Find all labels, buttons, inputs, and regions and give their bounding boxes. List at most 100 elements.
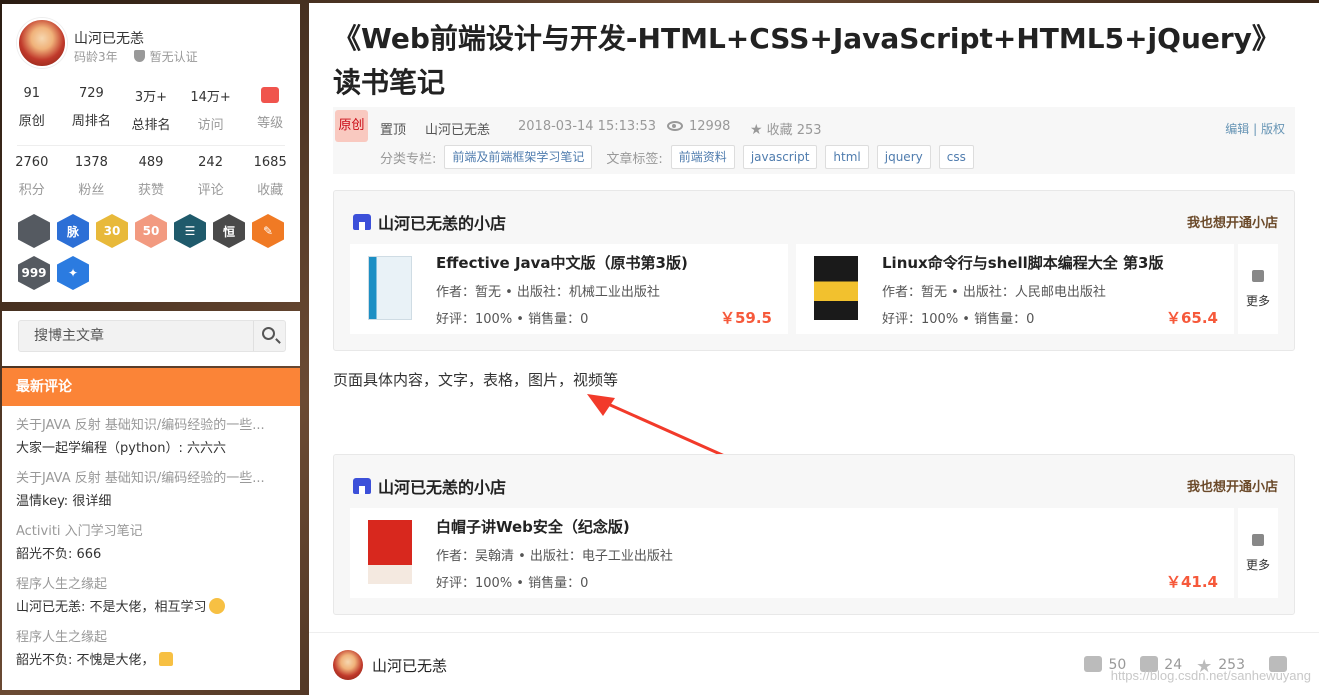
copyright-link[interactable]: 版权: [1261, 122, 1285, 136]
publish-date: 2018-03-14 15:13:53: [518, 119, 657, 134]
badge-list: 脉 30 50 ☰ 恒 ✎ 999 ✦: [18, 214, 298, 290]
product-card[interactable]: 白帽子讲Web安全（纪念版) 作者：吴翰清 • 出版社：电子工业出版社 好评：1…: [350, 508, 1234, 598]
article-tag[interactable]: html: [825, 145, 869, 169]
smile-emoji-icon: [208, 598, 225, 614]
stat-label: 获赞: [137, 183, 164, 198]
shopping-bag-icon: [1252, 270, 1264, 282]
article-tag[interactable]: css: [938, 145, 974, 169]
comment-item: 关于JAVA 反射 基础知识/编码经验的一些... 温情key: 很详细: [16, 469, 286, 512]
comment-text[interactable]: 温情key: 很详细: [16, 492, 286, 512]
stat-total-rank[interactable]: 3万+ 总排名: [121, 86, 181, 133]
comment-article-link[interactable]: 程序人生之缘起: [16, 628, 286, 648]
column-tag[interactable]: 前端及前端框架学习笔记: [444, 145, 593, 169]
comment-text-body: 韶光不负: 不愧是大佬，: [16, 653, 155, 668]
stat-weekly-rank[interactable]: 729 周排名: [62, 86, 122, 133]
shopping-bag-icon: [1252, 534, 1264, 546]
pen-badge[interactable]: ✎: [252, 214, 284, 248]
stat-value: 242: [198, 155, 223, 170]
product-name: Linux命令行与shell脚本编程大全 第3版: [882, 254, 1164, 272]
original-tag: 原创: [335, 110, 368, 142]
stat-label: 总排名: [131, 118, 171, 133]
github-badge[interactable]: [18, 214, 50, 248]
product-rating: 好评：100% • 销售量：0: [436, 312, 589, 327]
comment-text[interactable]: 大家一起学编程（python）: 六六六: [16, 439, 286, 459]
cert-status: 暂无认证: [133, 48, 198, 65]
comment-text[interactable]: 山河已无恙: 不是大佬，相互学习: [16, 598, 286, 618]
more-products-button[interactable]: 更多: [1238, 244, 1278, 334]
product-card[interactable]: Linux命令行与shell脚本编程大全 第3版 作者：暂无 • 出版社：人民邮…: [796, 244, 1234, 334]
stat-visits[interactable]: 14万+ 访问: [181, 86, 241, 133]
thumbs-up-icon: [1084, 656, 1103, 672]
comment-item: 关于JAVA 反射 基础知识/编码经验的一些... 大家一起学编程（python）…: [16, 416, 286, 459]
product-price: ￥65.4: [1165, 309, 1218, 327]
999-badge[interactable]: 999: [18, 256, 50, 290]
30-badge[interactable]: 30: [96, 214, 128, 248]
column-label: 分类专栏:: [380, 151, 437, 167]
stat-label: 收藏: [257, 183, 284, 198]
shop-name: 山河已无恙的小店: [378, 214, 507, 233]
store-icon: [353, 478, 371, 494]
avatar[interactable]: [17, 18, 67, 68]
comment-article-link[interactable]: 关于JAVA 反射 基础知识/编码经验的一些...: [16, 469, 286, 489]
search-button[interactable]: [253, 321, 285, 351]
product-meta: 作者：暂无 • 出版社：人民邮电出版社: [882, 285, 1106, 300]
qi-badge[interactable]: 恒: [213, 214, 245, 248]
comment-text[interactable]: 韶光不负: 666: [16, 545, 286, 565]
article-tag[interactable]: jquery: [876, 145, 931, 169]
stat-original[interactable]: 91 原创: [2, 86, 62, 133]
book-cover-image: [368, 520, 412, 584]
shop-title[interactable]: 山河已无恙的小店: [353, 210, 506, 234]
stat-label: 等级: [257, 116, 284, 131]
star-icon: ★: [750, 122, 763, 138]
edit-link[interactable]: 编辑: [1225, 122, 1249, 136]
divider: [17, 145, 285, 146]
footer-avatar[interactable]: [333, 650, 363, 680]
product-price: ￥41.4: [1165, 573, 1218, 591]
article-content: 页面具体内容，文字，表格，图片，视频等: [333, 371, 619, 389]
comment-text[interactable]: 韶光不负: 不愧是大佬，: [16, 651, 286, 671]
stat-likes[interactable]: 489 获赞: [121, 155, 181, 198]
stat-level[interactable]: 等级: [240, 86, 300, 133]
comment-item: Activiti 入门学习笔记 韶光不负: 666: [16, 522, 286, 565]
open-shop-link[interactable]: 我也想开通小店: [1187, 212, 1278, 231]
search-input[interactable]: 搜博主文章: [18, 320, 286, 352]
stat-points[interactable]: 2760 积分: [2, 155, 62, 198]
50-badge[interactable]: 50: [135, 214, 167, 248]
stat-label: 评论: [197, 183, 224, 198]
comment-article-link[interactable]: Activiti 入门学习笔记: [16, 522, 286, 542]
article-tag[interactable]: javascript: [742, 145, 818, 169]
stat-fans[interactable]: 1378 粉丝: [62, 155, 122, 198]
comment-text-body: 山河已无恙: 不是大佬，相互学习: [16, 600, 207, 615]
stat-comments[interactable]: 242 评论: [181, 155, 241, 198]
list-badge[interactable]: ☰: [174, 214, 206, 248]
author-link[interactable]: 山河已无恙: [425, 119, 490, 138]
stats-row-2: 2760 积分 1378 粉丝 489 获赞 242 评论 1685 收藏: [2, 155, 300, 198]
mai-badge[interactable]: 脉: [57, 214, 89, 248]
stat-label: 周排名: [71, 114, 111, 129]
shop-title[interactable]: 山河已无恙的小店: [353, 474, 506, 498]
username[interactable]: 山河已无恙: [74, 28, 144, 48]
pinned-label: 置顶: [380, 123, 407, 138]
product-card[interactable]: Effective Java中文版（原书第3版) 作者：暂无 • 出版社：机械工…: [350, 244, 788, 334]
article-footer-toolbar: 山河已无恙 50 24 ★ 253: [309, 632, 1319, 695]
views-value: 12998: [689, 119, 731, 134]
blue-badge[interactable]: ✦: [57, 256, 89, 290]
product-meta: 作者：吴翰清 • 出版社：电子工业出版社: [436, 549, 673, 564]
stat-favorites[interactable]: 1685 收藏: [240, 155, 300, 198]
eye-icon: [667, 121, 683, 131]
stat-value: 3万+: [134, 90, 168, 105]
favorite-button[interactable]: ★ 收藏 253: [750, 119, 822, 138]
latest-comments: 最新评论 关于JAVA 反射 基础知识/编码经验的一些... 大家一起学编程（py…: [2, 368, 300, 690]
store-icon: [353, 214, 371, 230]
article-tag[interactable]: 前端资料: [670, 145, 735, 169]
comment-article-link[interactable]: 程序人生之缘起: [16, 575, 286, 595]
footer-author-name[interactable]: 山河已无恙: [372, 655, 447, 676]
open-shop-link[interactable]: 我也想开通小店: [1187, 476, 1278, 495]
code-age: 码龄3年: [74, 50, 118, 64]
cert-label: 暂无认证: [149, 50, 198, 64]
blog-search: 搜博主文章: [2, 311, 300, 366]
watermark: https://blog.csdn.net/sanhewuyang: [1110, 668, 1311, 683]
stat-value: 91: [23, 86, 41, 101]
comment-article-link[interactable]: 关于JAVA 反射 基础知识/编码经验的一些...: [16, 416, 286, 436]
more-products-button[interactable]: 更多: [1238, 508, 1278, 598]
